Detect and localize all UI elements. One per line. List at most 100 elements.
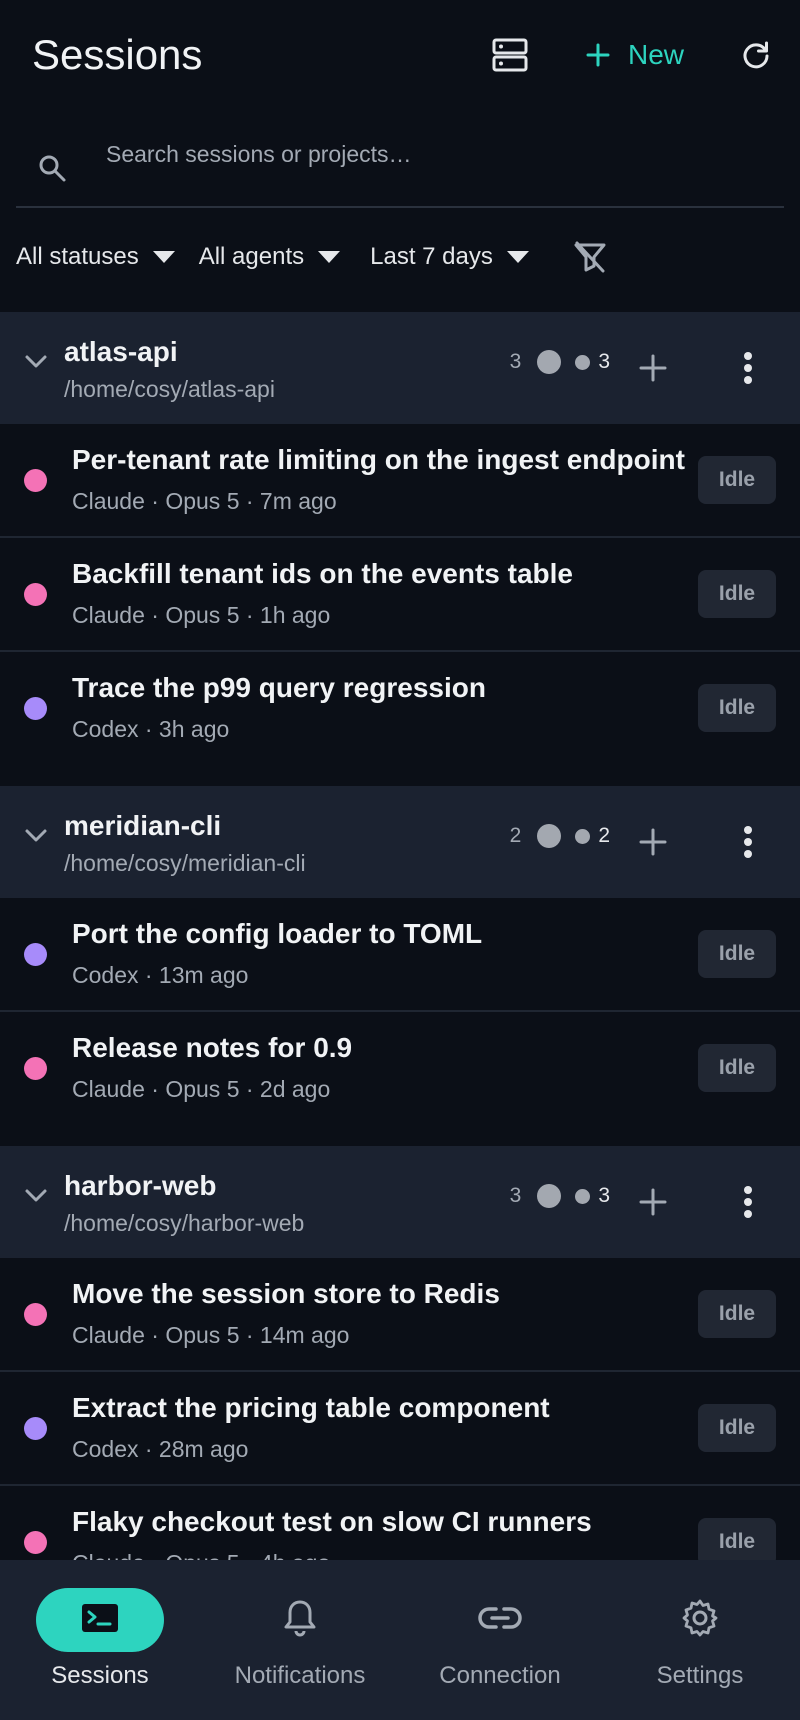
session-row[interactable]: Release notes for 0.9 Claude · Opus 5 · … xyxy=(0,1012,800,1126)
session-row[interactable]: Per-tenant rate limiting on the ingest e… xyxy=(0,424,800,538)
project-group-header[interactable]: harbor-web /home/cosy/harbor-web 3 3 xyxy=(0,1146,800,1258)
idle-dot-icon xyxy=(575,1188,591,1204)
project-path: /home/cosy/harbor-web xyxy=(64,1210,305,1236)
session-title: Port the config loader to TOML xyxy=(72,918,483,949)
project-name: atlas-api xyxy=(64,336,178,367)
session-count: 3 xyxy=(509,350,522,373)
gear-icon xyxy=(680,1598,720,1643)
session-count: 3 xyxy=(509,1184,522,1207)
project-path: /home/cosy/atlas-api xyxy=(64,376,275,402)
nav-settings-pill xyxy=(636,1588,764,1652)
status-dot-icon xyxy=(537,350,562,374)
nav-notifications-label: Notifications xyxy=(234,1662,366,1689)
terminal-icon xyxy=(80,1602,120,1639)
agent-filter[interactable]: All agents xyxy=(199,243,341,271)
page-title: Sessions xyxy=(32,31,203,78)
chevron-down-icon[interactable] xyxy=(24,1188,48,1209)
session-row[interactable]: Trace the p99 query regression Codex · 3… xyxy=(0,652,800,766)
link-icon xyxy=(478,1605,522,1636)
session-row[interactable]: Move the session store to Redis Claude ·… xyxy=(0,1258,800,1372)
header-actions: New xyxy=(480,0,776,110)
filter-off-icon[interactable] xyxy=(573,241,607,273)
status-badge: Idle xyxy=(698,570,776,618)
session-title: Trace the p99 query regression xyxy=(72,672,486,703)
agent-dot xyxy=(24,1303,47,1326)
session-row[interactable]: Port the config loader to TOML Codex · 1… xyxy=(0,898,800,1012)
status-filter[interactable]: All statuses xyxy=(16,243,175,271)
add-session-icon[interactable] xyxy=(638,1187,668,1222)
nav-notifications-pill xyxy=(236,1588,364,1652)
nav-sessions-label: Sessions xyxy=(51,1662,149,1689)
session-subtitle: Codex · 13m ago xyxy=(72,962,249,988)
search-bar xyxy=(16,110,784,208)
session-subtitle: Claude · Opus 5 · 2d ago xyxy=(72,1076,331,1102)
nav-sessions[interactable]: Sessions xyxy=(0,1560,200,1720)
nav-settings-label: Settings xyxy=(656,1662,744,1689)
idle-count: 2 xyxy=(598,824,610,847)
session-row[interactable]: Backfill tenant ids on the events table … xyxy=(0,538,800,652)
caret-down-icon xyxy=(318,251,341,263)
session-subtitle: Codex · 28m ago xyxy=(72,1436,249,1462)
session-row[interactable]: Extract the pricing table component Code… xyxy=(0,1372,800,1486)
date-range-filter-label: Last 7 days xyxy=(370,243,493,270)
filter-bar: All statuses All agents Last 7 days xyxy=(0,208,800,306)
session-count: 2 xyxy=(509,824,522,847)
session-subtitle: Claude · Opus 5 · 14m ago xyxy=(72,1322,350,1348)
status-badge: Idle xyxy=(698,684,776,732)
app-header: Sessions New xyxy=(0,0,800,110)
date-range-filter[interactable]: Last 7 days xyxy=(370,243,529,271)
status-badge: Idle xyxy=(698,1518,776,1566)
agent-dot xyxy=(24,583,47,606)
new-session-label: New xyxy=(627,39,684,70)
agent-dot xyxy=(24,943,47,966)
status-badge: Idle xyxy=(698,1290,776,1338)
add-session-icon[interactable] xyxy=(638,353,668,388)
session-title: Backfill tenant ids on the events table xyxy=(72,558,574,589)
more-vert-icon[interactable] xyxy=(742,1184,754,1225)
agent-dot xyxy=(24,469,47,492)
session-title: Per-tenant rate limiting on the ingest e… xyxy=(72,444,685,475)
agent-dot xyxy=(24,1531,47,1554)
status-dot-icon xyxy=(537,824,562,848)
server-icon[interactable] xyxy=(480,25,540,85)
nav-connection-label: Connection xyxy=(439,1662,561,1689)
project-name: harbor-web xyxy=(64,1170,217,1201)
idle-dot-icon xyxy=(575,828,591,844)
session-title: Move the session store to Redis xyxy=(72,1278,500,1309)
chevron-down-icon[interactable] xyxy=(24,828,48,849)
more-vert-icon[interactable] xyxy=(742,350,754,391)
project-session-counts: 3 3 xyxy=(510,350,610,374)
nav-settings[interactable]: Settings xyxy=(600,1560,800,1720)
session-subtitle: Codex · 3h ago xyxy=(72,716,230,742)
project-name: meridian-cli xyxy=(64,810,222,841)
session-subtitle: Claude · Opus 5 · 7m ago xyxy=(72,488,337,514)
status-badge: Idle xyxy=(698,1404,776,1452)
bottom-nav: Sessions Notifications Connection Settin… xyxy=(0,1560,800,1720)
nav-notifications[interactable]: Notifications xyxy=(200,1560,400,1720)
project-group-header[interactable]: meridian-cli /home/cosy/meridian-cli 2 2 xyxy=(0,786,800,898)
refresh-icon[interactable] xyxy=(736,35,776,75)
search-input[interactable] xyxy=(104,132,704,176)
nav-connection-pill xyxy=(436,1588,564,1652)
status-badge: Idle xyxy=(698,1044,776,1092)
status-dot-icon xyxy=(537,1184,562,1208)
caret-down-icon xyxy=(506,251,529,263)
project-group-header[interactable]: atlas-api /home/cosy/atlas-api 3 3 xyxy=(0,312,800,424)
add-session-icon[interactable] xyxy=(638,827,668,862)
project-session-counts: 2 2 xyxy=(510,824,610,848)
project-session-counts: 3 3 xyxy=(510,1184,610,1208)
status-badge: Idle xyxy=(698,930,776,978)
chevron-down-icon[interactable] xyxy=(24,354,48,375)
nav-connection[interactable]: Connection xyxy=(400,1560,600,1720)
agent-dot xyxy=(24,1417,47,1440)
status-badge: Idle xyxy=(698,456,776,504)
new-session-button[interactable]: New xyxy=(586,39,684,71)
more-vert-icon[interactable] xyxy=(742,824,754,865)
agent-dot xyxy=(24,1057,47,1080)
bell-icon xyxy=(282,1598,318,1643)
idle-dot-icon xyxy=(575,354,591,370)
project-path: /home/cosy/meridian-cli xyxy=(64,850,306,876)
search-icon xyxy=(38,154,68,189)
